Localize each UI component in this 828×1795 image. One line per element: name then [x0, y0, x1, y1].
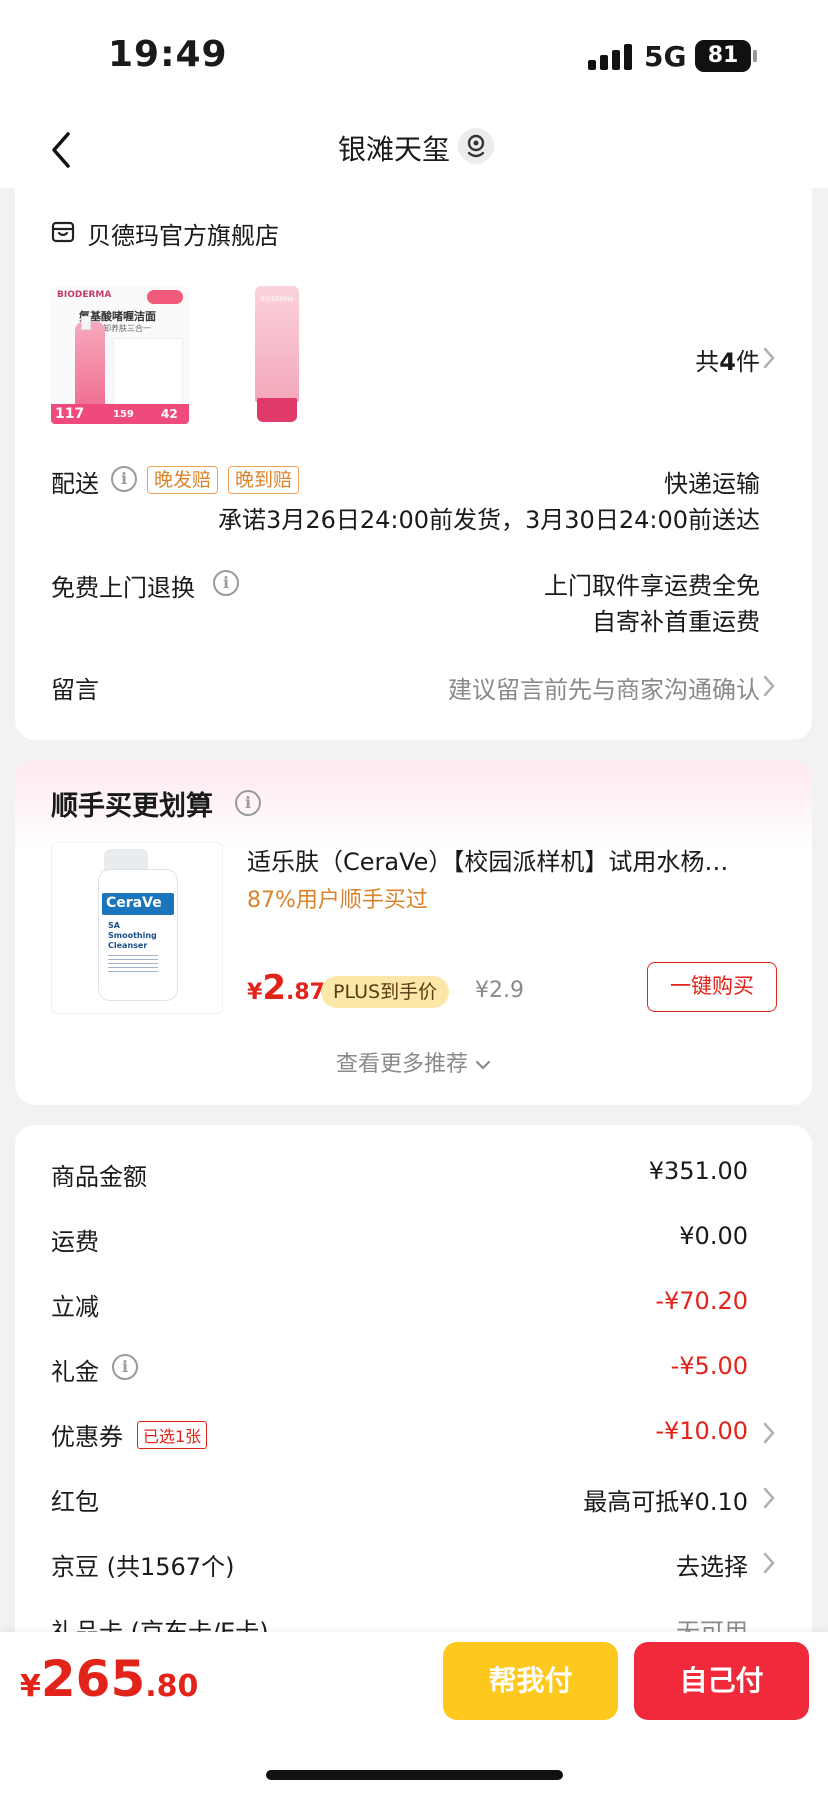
summary-value-coupon[interactable]: -¥10.00: [655, 1417, 748, 1445]
self-pay-button[interactable]: 自己付: [634, 1642, 809, 1720]
delivery-method[interactable]: 快递运输: [664, 464, 760, 499]
product-thumbnail-1[interactable]: BIODERMA 氨基酸啫喱洁面 温和净卸养肤三合一 117 159 42: [51, 286, 189, 424]
message-label: 留言: [51, 676, 99, 704]
plus-price-badge: PLUS到手价: [321, 976, 450, 1008]
page-title: 银滩天玺: [337, 133, 450, 166]
returns-info-icon[interactable]: i: [213, 570, 239, 596]
nav-bar: 银滩天玺: [0, 110, 828, 188]
recommend-social-proof: 87%用户顺手买过: [247, 888, 428, 913]
thumb1-bottle: [75, 322, 105, 408]
bottle-label-2: Smoothing: [108, 931, 157, 940]
thumb2-tube: [255, 286, 299, 402]
returns-line2: 自寄补首重运费: [592, 608, 760, 636]
bottle-label-1: SA: [108, 921, 120, 930]
chevron-right-icon[interactable]: [762, 1486, 776, 1510]
summary-value-discount: -¥70.20: [655, 1287, 748, 1315]
summary-label-goods: 商品金额: [51, 1163, 147, 1191]
thumb1-info-panel: [113, 338, 183, 408]
late-arrive-tag: 晚到赔: [228, 466, 300, 494]
summary-label-discount: 立减: [51, 1293, 99, 1321]
thumb1-price: 117: [55, 406, 85, 422]
summary-value-goods: ¥351.00: [648, 1157, 748, 1185]
total-price: ¥265.80: [20, 1650, 199, 1708]
store-card: 贝德玛官方旗舰店 BIODERMA 氨基酸啫喱洁面 温和净卸养肤三合一 117 …: [15, 186, 812, 740]
chevron-right-icon[interactable]: [762, 1551, 776, 1575]
signal-icon: [588, 44, 632, 70]
item-count[interactable]: 共4件: [695, 342, 760, 377]
location-icon[interactable]: [458, 128, 494, 164]
thumb1-price2: 159: [113, 409, 134, 420]
summary-value-jd-beans[interactable]: 去选择: [676, 1547, 748, 1582]
recommend-title: 顺手买更划算: [51, 791, 213, 822]
bottle-cap: [104, 849, 148, 871]
one-click-buy-button[interactable]: 一键购买: [647, 962, 777, 1012]
recommend-original-price: ¥2.9: [475, 978, 524, 1003]
battery-icon: 81: [695, 40, 751, 72]
delivery-promise: 承诺3月26日24:00前发货，3月30日24:00前送达: [218, 506, 760, 534]
thumb1-badge: [147, 290, 183, 304]
message-input[interactable]: 建议留言前先与商家沟通确认: [448, 670, 760, 705]
network-type: 5G: [644, 40, 687, 73]
battery-tip: [753, 50, 757, 62]
home-indicator: [266, 1770, 563, 1780]
returns-label: 免费上门退换: [51, 574, 195, 602]
summary-label-red-packet[interactable]: 红包: [51, 1482, 99, 1517]
help-pay-button[interactable]: 帮我付: [443, 1642, 618, 1720]
product-thumbnail-2[interactable]: BIODERMA: [207, 286, 345, 424]
summary-card: 商品金额 ¥351.00 运费 ¥0.00 立减 -¥70.20 礼金 i -¥…: [15, 1125, 812, 1646]
recommend-product-image[interactable]: CeraVe SA Smoothing Cleanser: [51, 842, 223, 1014]
returns-line1: 上门取件享运费全免: [544, 572, 760, 600]
summary-value-red-packet[interactable]: 最高可抵¥0.10: [583, 1482, 748, 1517]
summary-label-jd-beans[interactable]: 京豆 (共1567个): [51, 1547, 234, 1582]
delivery-label: 配送: [51, 470, 99, 498]
store-icon: [51, 221, 75, 243]
summary-label-coupon[interactable]: 优惠券: [51, 1417, 123, 1452]
late-ship-tag: 晚发赔: [147, 466, 219, 494]
thumb1-price3: 42: [161, 407, 178, 421]
status-bar: 19:49 5G 81: [0, 0, 828, 110]
store-name[interactable]: 贝德玛官方旗舰店: [87, 216, 279, 251]
status-time: 19:49: [108, 34, 228, 75]
coupon-selected-tag: 已选1张: [137, 1421, 208, 1449]
summary-value-shipping: ¥0.00: [679, 1222, 748, 1250]
summary-label-shipping: 运费: [51, 1228, 99, 1256]
more-recommend-link[interactable]: 查看更多推荐: [15, 1046, 812, 1078]
checkout-bar: ¥265.80 帮我付 自己付: [0, 1632, 828, 1795]
chevron-right-icon[interactable]: [762, 674, 776, 698]
thumb1-brand: BIODERMA: [57, 290, 112, 300]
recommend-product-title[interactable]: 适乐肤（CeraVe）【校园派样机】试用水杨…: [247, 842, 777, 877]
recommend-price: ¥2.87: [247, 968, 325, 1008]
bottle-brand: CeraVe: [106, 895, 162, 911]
summary-value-gift-money: -¥5.00: [670, 1352, 748, 1380]
chevron-down-icon: [475, 1060, 491, 1070]
bottle-label-3: Cleanser: [108, 941, 148, 950]
thumb2-cap: [257, 398, 297, 422]
chevron-right-icon[interactable]: [762, 346, 776, 370]
delivery-info-icon[interactable]: i: [111, 466, 137, 492]
gift-money-info-icon[interactable]: i: [112, 1354, 138, 1380]
recommend-card: 顺手买更划算 i CeraVe SA Smoothing Cleanser 适乐…: [15, 760, 812, 1105]
thumb1-pump: [81, 316, 91, 330]
chevron-right-icon[interactable]: [762, 1421, 776, 1445]
summary-label-gift-money: 礼金: [51, 1358, 99, 1386]
bottle-fine-print: [108, 955, 158, 975]
recommend-info-icon[interactable]: i: [235, 790, 261, 816]
thumb2-brand: BIODERMA: [260, 296, 294, 303]
